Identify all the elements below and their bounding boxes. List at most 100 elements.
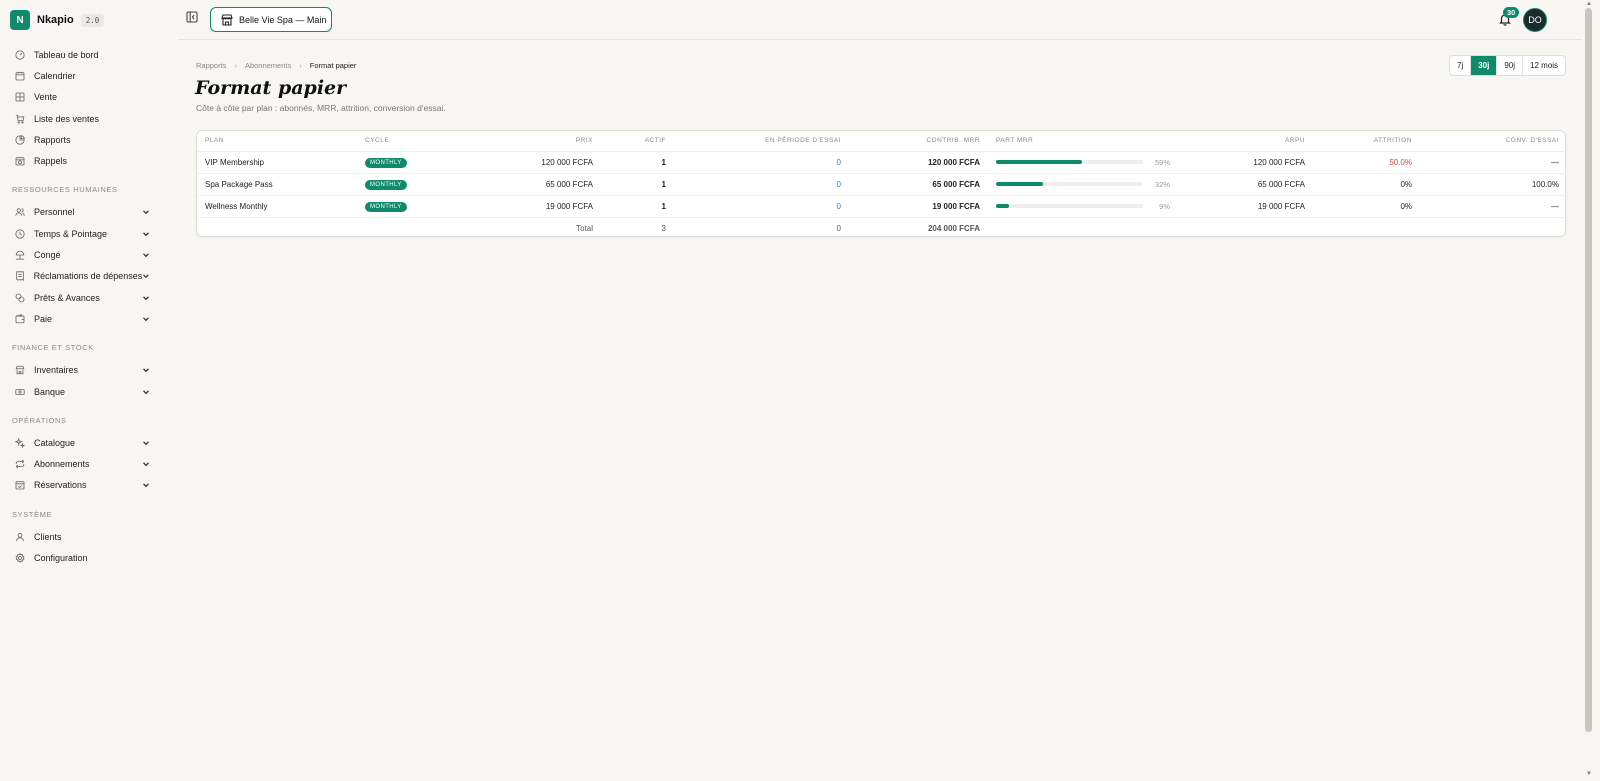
scroll-down-arrow-icon[interactable]: ▼	[1586, 771, 1592, 777]
active-count: 1	[601, 195, 674, 218]
column-header-attrition[interactable]: ATTRITION	[1313, 131, 1420, 152]
sidebar-item-label: Rapports	[34, 134, 71, 145]
chevron-down-icon	[143, 210, 149, 215]
sidebar-item-rapports[interactable]: Rapports	[0, 129, 164, 150]
chevron-down-icon	[143, 483, 149, 488]
chevron-down-icon	[143, 295, 149, 300]
calendar-check-icon	[14, 479, 26, 491]
avatar[interactable]: DO	[1523, 8, 1547, 32]
column-header-plan[interactable]: PLAN	[197, 131, 357, 152]
sidebar: N Nkapio 2.0 Tableau de bord Calendrier Ve…	[0, 0, 164, 781]
banknote-icon	[14, 386, 26, 398]
sidebar-item-label: Catalogue	[34, 437, 76, 448]
sidebar-item-abonnements[interactable]: Abonnements	[0, 453, 164, 474]
notification-count-badge: 30	[1503, 7, 1520, 18]
workspace-switcher[interactable]: Belle Vie Spa — Main	[210, 7, 332, 32]
sidebar-item-catalogue[interactable]: Catalogue	[0, 432, 164, 453]
chevron-down-icon	[143, 441, 149, 446]
sidebar-item-rappels[interactable]: Rappels	[0, 150, 164, 171]
sparkles-icon	[14, 437, 26, 449]
sidebar-item-inventaires[interactable]: Inventaires	[0, 360, 164, 381]
mrr-contribution: 120 000 FCFA	[849, 151, 988, 174]
arpu-cell: 65 000 FCFA	[1178, 173, 1313, 196]
table-row[interactable]: VIP Membership MONTHLY 120 000 FCFA 1 0 120 0…	[197, 151, 1567, 174]
receipt-icon	[14, 270, 26, 282]
sidebar-item-label: Abonnements	[34, 459, 90, 470]
mrr-share-bar	[996, 204, 1143, 208]
column-header-contrib-mrr[interactable]: CONTRIB. MRR	[849, 131, 988, 152]
sidebar-item-liste-des-ventes[interactable]: Liste des ventes	[0, 108, 164, 129]
sidebar-item-label: Liste des ventes	[34, 113, 100, 124]
mrr-share-bar-fill	[996, 160, 1083, 164]
section-title-ressources-humaines: RESSOURCES HUMAINES	[12, 185, 118, 195]
calendar-clock-icon	[14, 155, 26, 167]
arpu-cell: 120 000 FCFA	[1178, 151, 1313, 174]
user-icon	[14, 531, 26, 543]
sidebar-item-temps-pointage[interactable]: Temps & Pointage	[0, 223, 164, 244]
sidebar-item-label: Inventaires	[34, 365, 79, 376]
coins-icon	[14, 292, 26, 304]
brand-name: Nkapio	[37, 14, 74, 26]
pie-chart-icon	[14, 134, 26, 146]
workspace-name: Belle Vie Spa — Main	[239, 14, 327, 25]
trial-count-link[interactable]: 0	[674, 195, 849, 218]
column-header-prix[interactable]: PRIX	[467, 131, 601, 152]
sidebar-item-label: Banque	[34, 386, 66, 397]
column-header-actif[interactable]: ACTIF	[601, 131, 674, 152]
sidebar-item-configuration[interactable]: Configuration	[0, 547, 164, 568]
sidebar-item-label: Réservations	[34, 480, 87, 491]
table-header-row: PLAN CYCLE PRIX ACTIF EN PÉRIODE D'ESSAI CONT…	[197, 131, 1567, 152]
breadcrumb-abonnements[interactable]: Abonnements	[245, 61, 291, 70]
plan-name: Wellness Monthly	[197, 195, 357, 218]
column-header-part-mrr[interactable]: PART MRR	[988, 131, 1178, 152]
sidebar-item-banque[interactable]: Banque	[0, 381, 164, 402]
cycle-badge: MONTHLY	[365, 157, 407, 168]
breadcrumb-rapports[interactable]: Rapports	[196, 61, 226, 70]
range-30j-button[interactable]: 30j	[1471, 56, 1498, 75]
plans-table-card: PLAN CYCLE PRIX ACTIF EN PÉRIODE D'ESSAI CONT…	[196, 130, 1567, 237]
column-header-en-periode-d-essai[interactable]: EN PÉRIODE D'ESSAI	[674, 131, 849, 152]
column-header-conv-d-essai[interactable]: CONV. D'ESSAI	[1420, 131, 1567, 152]
chevron-down-icon	[143, 462, 149, 467]
sidebar-item-vente[interactable]: Vente	[0, 87, 164, 108]
range-7j-button[interactable]: 7j	[1450, 56, 1472, 75]
sidebar-item-prets-avances[interactable]: Prêts & Avances	[0, 287, 164, 308]
sidebar-item-paie[interactable]: Paie	[0, 308, 164, 329]
sidebar-item-label: Tableau de bord	[34, 49, 99, 60]
plan-name: VIP Membership	[197, 151, 357, 174]
page-title: Format papier	[195, 77, 347, 99]
active-count: 1	[601, 173, 674, 196]
attrition-cell: 0%	[1313, 195, 1420, 218]
column-header-arpu[interactable]: ARPU	[1178, 131, 1313, 152]
column-header-cycle[interactable]: CYCLE	[357, 131, 467, 152]
store-icon	[221, 13, 233, 26]
total-label: Total	[576, 223, 593, 233]
trial-count-link[interactable]: 0	[674, 151, 849, 174]
chevron-down-icon	[143, 274, 149, 279]
scroll-up-arrow-icon[interactable]: ▲	[1586, 1, 1592, 7]
sidebar-item-reclamations-de-depenses[interactable]: Réclamations de dépenses	[0, 266, 164, 287]
range-12-mois-button[interactable]: 12 mois	[1523, 56, 1565, 75]
sidebar-item-clients[interactable]: Clients	[0, 526, 164, 547]
price-cell: 120 000 FCFA	[467, 151, 601, 174]
range-90j-button[interactable]: 90j	[1497, 56, 1524, 75]
breadcrumb: Rapports › Abonnements › Format papier	[196, 60, 356, 70]
sidebar-item-personnel[interactable]: Personnel	[0, 202, 164, 223]
sidebar-item-tableau-de-bord[interactable]: Tableau de bord	[0, 44, 164, 65]
version-badge: 2.0	[80, 13, 105, 27]
table-row[interactable]: Spa Package Pass MONTHLY 65 000 FCFA 1 0 65 0…	[197, 173, 1567, 196]
trial-count-link[interactable]: 0	[674, 173, 849, 196]
scrollbar-thumb[interactable]	[1585, 8, 1592, 732]
brand-logo: N	[10, 10, 30, 30]
active-count: 1	[601, 151, 674, 174]
chevron-down-icon	[143, 368, 149, 373]
sidebar-item-conge[interactable]: Congé	[0, 244, 164, 265]
sidebar-item-label: Vente	[34, 92, 58, 103]
brand[interactable]: N Nkapio 2.0	[10, 10, 105, 30]
sidebar-toggle-icon[interactable]	[186, 11, 198, 23]
grid-icon	[14, 91, 26, 103]
clock-icon	[14, 228, 26, 240]
sidebar-item-calendrier[interactable]: Calendrier	[0, 65, 164, 86]
table-row[interactable]: Wellness Monthly MONTHLY 19 000 FCFA 1 0 19 0…	[197, 195, 1567, 218]
sidebar-item-reservations[interactable]: Réservations	[0, 475, 164, 496]
